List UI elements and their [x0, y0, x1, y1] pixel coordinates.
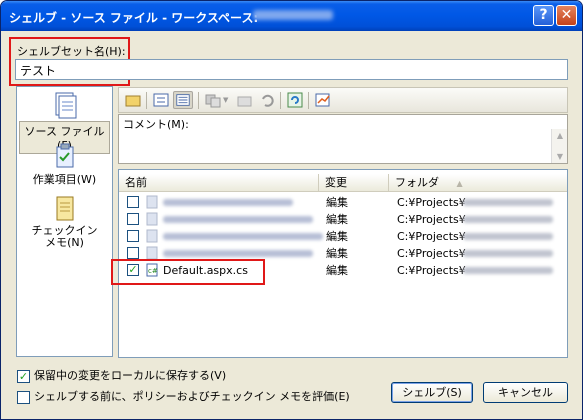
help-button[interactable]: ?	[533, 5, 554, 26]
comment-scrollbar[interactable]: ▲ ▼	[551, 129, 567, 163]
shelveset-name-label: シェルブセット名(H):	[17, 45, 126, 58]
file-name-redacted	[163, 216, 313, 223]
open-folder-icon[interactable]	[235, 91, 255, 109]
column-folder[interactable]: フォルダ ▲	[389, 174, 567, 192]
selected-file-highlight	[111, 259, 265, 285]
column-name[interactable]: 名前	[119, 174, 319, 192]
undo-icon[interactable]	[257, 91, 277, 109]
cancel-button[interactable]: キャンセル	[483, 382, 568, 403]
preserve-local-label: 保留中の変更をローカルに保存する(V)	[34, 369, 227, 382]
toolbar-separator	[198, 92, 199, 109]
evaluate-policy-option[interactable]: シェルブする前に、ポリシーおよびチェックイン メモを評価(E)	[17, 388, 350, 404]
file-name-redacted	[163, 199, 293, 206]
nav-checkin-notes-label: チェックイン メモ(N)	[31, 224, 98, 249]
folder-path-redacted	[463, 267, 553, 274]
row-checkbox[interactable]	[127, 196, 139, 208]
row-change: 編集	[326, 196, 348, 209]
workspace-icon[interactable]	[203, 91, 223, 109]
comment-input[interactable]	[121, 130, 551, 162]
checkin-notes-icon	[56, 196, 73, 221]
row-folder: C:¥Projects¥	[397, 230, 466, 243]
nav-checkin-notes[interactable]: チェックイン メモ(N)	[19, 195, 110, 249]
toolbar-separator	[280, 92, 281, 109]
evaluate-policy-label: シェルブする前に、ポリシーおよびチェックイン メモを評価(E)	[34, 390, 350, 403]
row-change: 編集	[326, 213, 348, 226]
shelveset-name-input[interactable]: テスト	[15, 59, 568, 80]
table-row[interactable]: 編集 C:¥Projects¥	[119, 228, 567, 245]
preserve-local-option[interactable]: ✓ 保留中の変更をローカルに保存する(V)	[17, 367, 226, 383]
nav-work-items-label: 作業項目(W)	[32, 173, 97, 186]
list-view-icon[interactable]	[151, 91, 171, 109]
file-name-redacted	[163, 250, 313, 257]
close-button[interactable]: ✕	[556, 5, 577, 26]
file-name-redacted	[163, 233, 323, 240]
row-change: 編集	[326, 230, 348, 243]
table-row[interactable]: 編集 C:¥Projects¥	[119, 211, 567, 228]
chevron-down-icon[interactable]: ▼	[223, 91, 231, 109]
nav-work-items[interactable]: 作業項目(W)	[19, 143, 110, 187]
toolbar-separator	[146, 92, 147, 109]
folder-path-redacted	[463, 216, 553, 223]
folder-path-redacted	[463, 233, 553, 240]
row-folder: C:¥Projects¥	[397, 213, 466, 226]
title-bar: シェルブ - ソース ファイル - ワークスペース: ? ✕	[1, 1, 582, 31]
toolbar-separator	[308, 92, 309, 109]
scroll-up-icon[interactable]: ▲	[552, 129, 568, 142]
column-change[interactable]: 変更	[319, 174, 389, 192]
work-items-icon	[56, 143, 73, 168]
row-checkbox[interactable]	[127, 213, 139, 225]
row-checkbox[interactable]	[127, 230, 139, 242]
evaluate-policy-checkbox[interactable]	[17, 390, 30, 404]
refresh-icon[interactable]	[285, 91, 305, 109]
folder-path-redacted	[463, 250, 553, 257]
shelve-dialog: シェルブ - ソース ファイル - ワークスペース: ? ✕ シェルブセット名(…	[0, 0, 583, 420]
table-row[interactable]: 編集 C:¥Projects¥	[119, 194, 567, 211]
row-change: 編集	[326, 264, 348, 277]
row-folder: C:¥Projects¥	[397, 247, 466, 260]
file-icon	[146, 212, 158, 226]
row-checkbox[interactable]	[127, 247, 139, 259]
file-icon	[146, 229, 158, 243]
file-icon	[146, 195, 158, 209]
left-nav-pane: ソース ファイル(F) 作業項目(W) チェックイン メモ(N)	[16, 86, 113, 357]
column-folder-label: フォルダ	[395, 176, 439, 189]
window-title: シェルブ - ソース ファイル - ワークスペース:	[9, 11, 259, 25]
sort-ascending-icon: ▲	[456, 179, 463, 188]
shelve-button[interactable]: シェルブ(S)	[391, 382, 473, 403]
source-files-icon	[55, 92, 76, 119]
list-header: 名前 変更 フォルダ ▲	[119, 174, 567, 192]
workspace-name-redacted	[253, 10, 333, 20]
folder-icon[interactable]	[123, 91, 143, 109]
scroll-down-icon[interactable]: ▼	[552, 150, 568, 163]
folder-path-redacted	[463, 199, 553, 206]
row-folder: C:¥Projects¥	[397, 196, 466, 209]
row-change: 編集	[326, 247, 348, 260]
details-view-icon[interactable]	[173, 91, 193, 109]
compare-icon[interactable]	[313, 91, 333, 109]
toolbar: ▼	[118, 87, 568, 113]
comment-box: コメント(M): ▲ ▼	[118, 114, 568, 164]
file-icon	[146, 246, 158, 260]
row-folder: C:¥Projects¥	[397, 264, 466, 277]
preserve-local-checkbox[interactable]: ✓	[17, 369, 30, 383]
